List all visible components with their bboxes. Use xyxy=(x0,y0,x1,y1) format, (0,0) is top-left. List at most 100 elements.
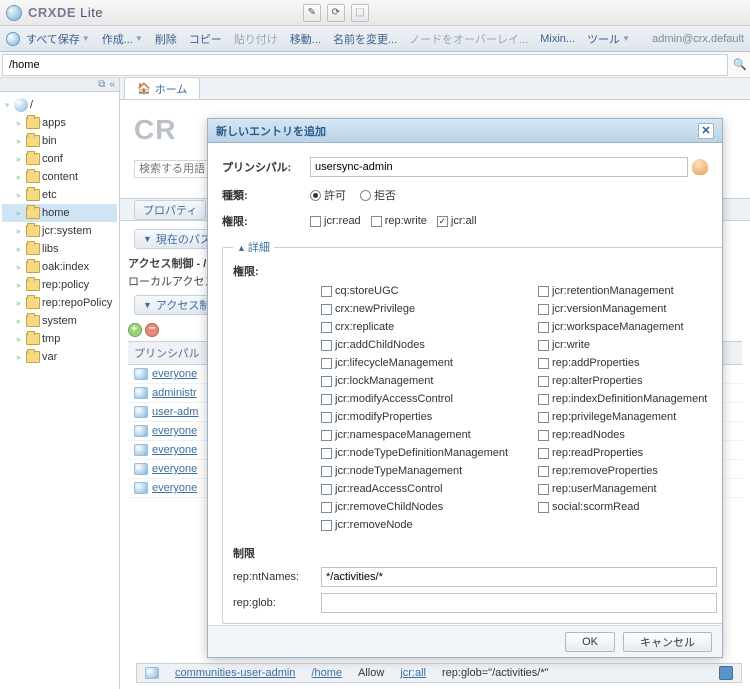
search-icon[interactable]: 🔍 xyxy=(730,58,750,71)
acl-row-link[interactable]: everyone xyxy=(152,463,197,475)
path-input[interactable] xyxy=(2,54,728,76)
chk-jcr-addchildnodes[interactable]: jcr:addChildNodes xyxy=(321,339,508,351)
ntnames-input[interactable] xyxy=(321,567,717,587)
menu-mixin[interactable]: Mixin... xyxy=(540,33,575,45)
menu-save-all[interactable]: すべて保存▼ xyxy=(26,31,90,47)
principal-input[interactable] xyxy=(310,157,688,177)
chk-jcr-removechildnodes[interactable]: jcr:removeChildNodes xyxy=(321,501,508,513)
tree-node-etc[interactable]: ▸etc xyxy=(2,186,117,204)
remove-acl-button[interactable] xyxy=(145,323,159,337)
label-ntnames: rep:ntNames: xyxy=(233,571,321,583)
status-principal[interactable]: communities-user-admin xyxy=(175,667,295,679)
principal-icon xyxy=(145,667,159,679)
chk-jcr-readaccesscontrol[interactable]: jcr:readAccessControl xyxy=(321,483,508,495)
tree-node-home[interactable]: ▸home xyxy=(2,204,117,222)
chk-jcr-write[interactable]: jcr:write xyxy=(538,339,707,351)
menu-paste[interactable]: 貼り付け xyxy=(234,31,278,47)
chk-jcr-removenode[interactable]: jcr:removeNode xyxy=(321,519,508,531)
acl-row-link[interactable]: everyone xyxy=(152,444,197,456)
chk-jcr-read[interactable]: jcr:read xyxy=(310,215,361,227)
chk-rep-alterproperties[interactable]: rep:alterProperties xyxy=(538,375,707,387)
chk-rep-indexdefinitionmanagement[interactable]: rep:indexDefinitionManagement xyxy=(538,393,707,405)
chk-jcr-lifecyclemanagement[interactable]: jcr:lifecycleManagement xyxy=(321,357,508,369)
user-label[interactable]: admin@crx.default xyxy=(652,33,744,45)
glob-input[interactable] xyxy=(321,593,717,613)
status-priv[interactable]: jcr:all xyxy=(400,667,426,679)
folder-icon xyxy=(26,279,40,291)
toolbar-icon-1[interactable]: ✎ xyxy=(303,4,321,22)
advanced-fieldset: ▲詳細 権限: cq:storeUGCcrx:newPrivilegecrx:r… xyxy=(222,239,722,624)
tree-node-oakindex[interactable]: ▸oak:index xyxy=(2,258,117,276)
cancel-button[interactable]: キャンセル xyxy=(623,632,712,652)
chk-cq-storeugc[interactable]: cq:storeUGC xyxy=(321,285,508,297)
menu-overlay[interactable]: ノードをオーバーレイ... xyxy=(409,31,528,47)
menu-rename[interactable]: 名前を変更... xyxy=(333,31,397,47)
tab-properties[interactable]: プロパティ xyxy=(134,200,206,220)
chk-rep-removeproperties[interactable]: rep:removeProperties xyxy=(538,465,707,477)
menu-delete[interactable]: 削除 xyxy=(155,31,177,47)
chk-jcr-lockmanagement[interactable]: jcr:lockManagement xyxy=(321,375,508,387)
tree-node-tmp[interactable]: ▸tmp xyxy=(2,330,117,348)
close-icon[interactable]: ✕ xyxy=(698,123,714,139)
ok-button[interactable]: OK xyxy=(565,632,615,652)
acl-row-link[interactable]: user-adm xyxy=(152,406,198,418)
refresh-icon[interactable] xyxy=(6,32,20,46)
tree-node-bin[interactable]: ▸bin xyxy=(2,132,117,150)
chk-jcr-retentionmanagement[interactable]: jcr:retentionManagement xyxy=(538,285,707,297)
folder-icon xyxy=(26,351,40,363)
status-path[interactable]: /home xyxy=(311,667,342,679)
status-allow: Allow xyxy=(358,667,384,679)
panel-expand-icon[interactable]: « xyxy=(109,79,115,90)
chk-jcr-workspacemanagement[interactable]: jcr:workspaceManagement xyxy=(538,321,707,333)
acl-row-link[interactable]: everyone xyxy=(152,425,197,437)
tree-node-content[interactable]: ▸content xyxy=(2,168,117,186)
menu-create[interactable]: 作成...▼ xyxy=(102,31,143,47)
tree-node-label: oak:index xyxy=(42,261,89,273)
chk-rep-readnodes[interactable]: rep:readNodes xyxy=(538,429,707,441)
chk-crx-newprivilege[interactable]: crx:newPrivilege xyxy=(321,303,508,315)
chk-jcr-versionmanagement[interactable]: jcr:versionManagement xyxy=(538,303,707,315)
user-picker-icon[interactable] xyxy=(692,159,708,175)
chk-jcr-namespacemanagement[interactable]: jcr:namespaceManagement xyxy=(321,429,508,441)
tree-node-conf[interactable]: ▸conf xyxy=(2,150,117,168)
chk-jcr-nodetypemanagement[interactable]: jcr:nodeTypeManagement xyxy=(321,465,508,477)
menu-tools[interactable]: ツール▼ xyxy=(587,31,630,47)
panel-collapse-icon[interactable]: ⧉ xyxy=(98,79,105,90)
chk-crx-replicate[interactable]: crx:replicate xyxy=(321,321,508,333)
acl-row-link[interactable]: administr xyxy=(152,387,197,399)
add-acl-button[interactable] xyxy=(128,323,142,337)
chk-rep-readproperties[interactable]: rep:readProperties xyxy=(538,447,707,459)
acl-row-link[interactable]: everyone xyxy=(152,368,197,380)
chk-rep-privilegemanagement[interactable]: rep:privilegeManagement xyxy=(538,411,707,423)
radio-allow[interactable]: 許可 xyxy=(310,187,346,203)
save-icon[interactable] xyxy=(719,666,733,680)
chk-jcr-modifyproperties[interactable]: jcr:modifyProperties xyxy=(321,411,508,423)
tree-node-reprepoPolicy[interactable]: ▸rep:repoPolicy xyxy=(2,294,117,312)
twisty-icon: ▾ xyxy=(2,100,12,111)
acl-row-link[interactable]: everyone xyxy=(152,482,197,494)
tree-node-apps[interactable]: ▸apps xyxy=(2,114,117,132)
chk-rep-addproperties[interactable]: rep:addProperties xyxy=(538,357,707,369)
status-restriction: rep:glob="/activities/*" xyxy=(442,667,549,679)
tree-node-reppolicy[interactable]: ▸rep:policy xyxy=(2,276,117,294)
toolbar-icon-3[interactable]: ⬚ xyxy=(351,4,369,22)
radio-deny[interactable]: 拒否 xyxy=(360,187,396,203)
menubar: すべて保存▼ 作成...▼ 削除 コピー 貼り付け 移動... 名前を変更...… xyxy=(0,26,750,52)
chk-rep-write[interactable]: rep:write xyxy=(371,215,427,227)
menu-move[interactable]: 移動... xyxy=(290,31,321,47)
advanced-legend[interactable]: ▲詳細 xyxy=(233,239,274,255)
chk-social-scormread[interactable]: social:scormRead xyxy=(538,501,707,513)
chk-rep-usermanagement[interactable]: rep:userManagement xyxy=(538,483,707,495)
twisty-icon: ▸ xyxy=(14,226,24,237)
menu-copy[interactable]: コピー xyxy=(189,31,222,47)
tree-node-[interactable]: ▾/ xyxy=(2,96,117,114)
tree-node-var[interactable]: ▸var xyxy=(2,348,117,366)
chk-jcr-all[interactable]: jcr:all xyxy=(437,215,477,227)
tree-node-system[interactable]: ▸system xyxy=(2,312,117,330)
chk-jcr-modifyaccesscontrol[interactable]: jcr:modifyAccessControl xyxy=(321,393,508,405)
toolbar-icon-2[interactable]: ⟳ xyxy=(327,4,345,22)
tree-node-libs[interactable]: ▸libs xyxy=(2,240,117,258)
chk-jcr-nodetypedefinitionmanagement[interactable]: jcr:nodeTypeDefinitionManagement xyxy=(321,447,508,459)
tab-home[interactable]: 🏠ホーム xyxy=(124,77,200,99)
tree-node-jcrsystem[interactable]: ▸jcr:system xyxy=(2,222,117,240)
